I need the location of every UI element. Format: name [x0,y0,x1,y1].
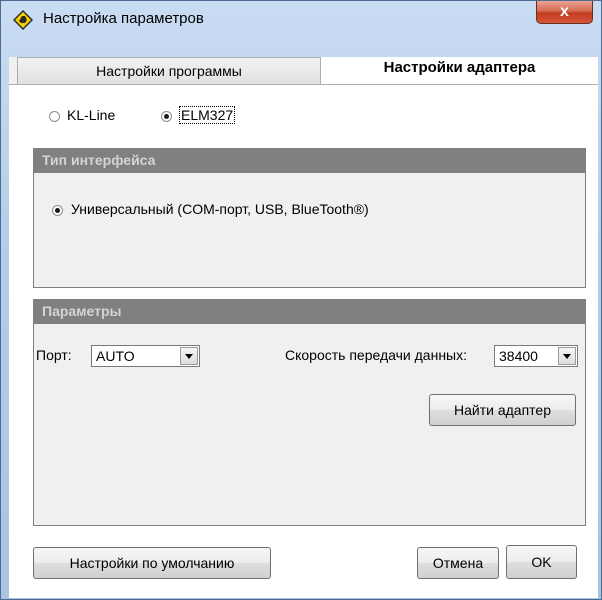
interface-type-header: Тип интерфейса [34,149,585,173]
port-value: AUTO [96,348,135,364]
port-select[interactable]: AUTO [91,345,200,367]
ok-button[interactable]: OK [506,545,577,579]
tab-bar: Настройки программы Настройки адаптера [9,57,598,85]
window-title: Настройка параметров [43,10,204,27]
find-adapter-button[interactable]: Найти адаптер [429,394,576,426]
parameters-group: Параметры Порт: AUTO Скорость передачи д… [33,299,586,526]
adapter-settings-panel: KL-Line ELM327 Тип интерфейса Универсаль… [9,84,598,598]
speed-select[interactable]: 38400 [494,345,578,367]
app-icon [13,10,33,30]
radio-kl-line-control[interactable] [49,111,60,122]
dialog-client: Настройки программы Настройки адаптера K… [9,57,598,598]
close-button[interactable]: x [536,1,593,24]
radio-elm327-label: ELM327 [179,106,236,124]
interface-type-group: Тип интерфейса Универсальный (COM-порт, … [33,148,586,288]
port-label: Порт: [36,347,72,363]
defaults-button[interactable]: Настройки по умолчанию [33,547,271,579]
radio-kl-line-label: KL-Line [67,107,116,123]
chevron-down-icon[interactable] [180,347,198,365]
close-icon: x [560,3,569,20]
chevron-down-icon[interactable] [558,347,576,365]
radio-universal-label: Универсальный (COM-порт, USB, BlueTooth®… [71,201,369,217]
tab-adapter-settings[interactable]: Настройки адаптера [321,57,598,85]
parameters-header: Параметры [34,300,585,324]
speed-label: Скорость передачи данных: [285,347,467,363]
cancel-button[interactable]: Отмена [417,547,499,579]
dialog-window: Настройка параметров x Настройки програм… [0,0,602,600]
radio-universal-control[interactable] [52,205,63,216]
tab-program-settings[interactable]: Настройки программы [17,57,321,84]
speed-value: 38400 [499,348,538,364]
radio-elm327-control[interactable] [161,111,172,122]
title-bar[interactable]: Настройка параметров x [1,1,601,37]
